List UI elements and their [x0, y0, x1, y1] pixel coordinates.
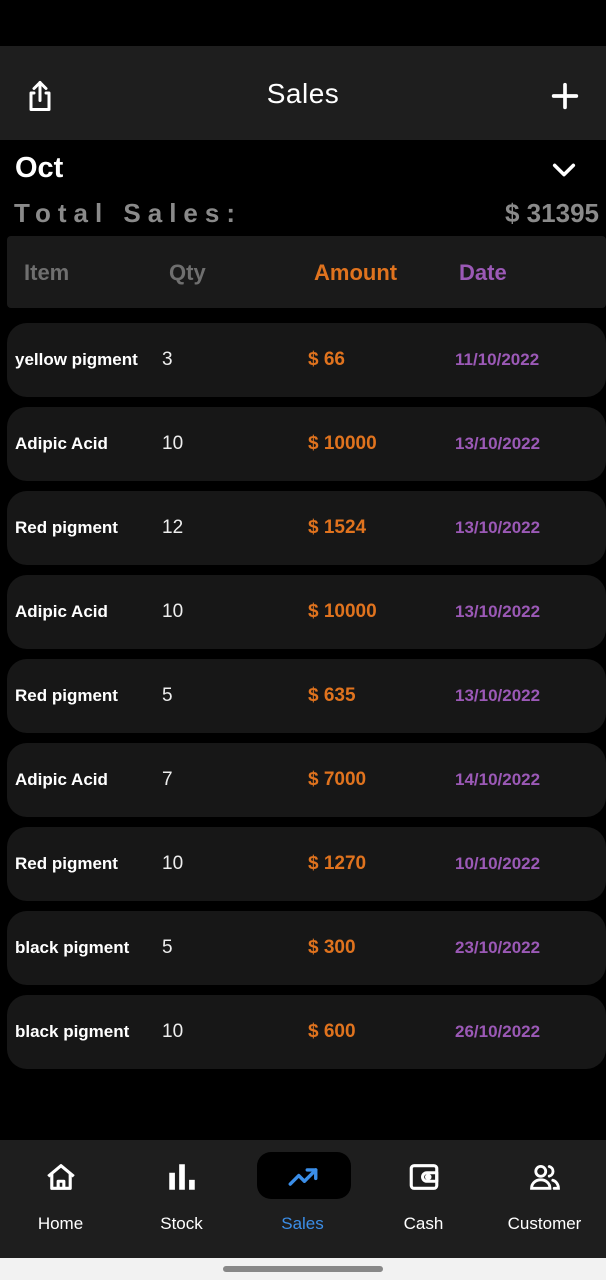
- sales-row[interactable]: Adipic Acid 7 $ 7000 14/10/2022: [7, 743, 606, 817]
- nav-label: Home: [37, 1214, 84, 1233]
- sales-row[interactable]: Red pigment 10 $ 1270 10/10/2022: [7, 827, 606, 901]
- app-bar: Sales: [0, 46, 606, 140]
- row-date: 10/10/2022: [455, 854, 541, 873]
- row-item: black pigment: [15, 1022, 130, 1041]
- nav-label: Customer: [507, 1214, 582, 1233]
- row-item: Adipic Acid: [15, 434, 108, 453]
- people-icon: [530, 1164, 560, 1190]
- row-qty: 10: [162, 1021, 184, 1042]
- sales-row[interactable]: Red pigment 12 $ 1524 13/10/2022: [7, 491, 606, 565]
- row-qty: 12: [162, 517, 184, 538]
- sales-row[interactable]: Adipic Acid 10 $ 10000 13/10/2022: [7, 575, 606, 649]
- add-icon[interactable]: [548, 79, 582, 113]
- row-date: 13/10/2022: [455, 686, 541, 705]
- column-header-amount: Amount: [314, 260, 398, 285]
- row-item: yellow pigment: [15, 350, 138, 369]
- row-qty: 5: [162, 937, 173, 958]
- row-amount: $ 635: [308, 685, 356, 706]
- system-gesture-area: [0, 1258, 606, 1280]
- row-qty: 10: [162, 433, 184, 454]
- sales-row[interactable]: Adipic Acid 10 $ 10000 13/10/2022: [7, 407, 606, 481]
- nav-label: Stock: [160, 1214, 203, 1233]
- row-date: 14/10/2022: [455, 770, 541, 789]
- bar-chart-icon: [169, 1164, 195, 1190]
- home-gesture-bar[interactable]: [223, 1266, 383, 1272]
- row-date: 13/10/2022: [455, 434, 541, 453]
- row-qty: 10: [162, 853, 184, 874]
- row-qty: 10: [162, 601, 184, 622]
- nav-stock[interactable]: Stock: [121, 1140, 242, 1258]
- bottom-navigation: Home Stock Sales Cash Customer: [0, 1140, 606, 1258]
- nav-label: Cash: [403, 1214, 444, 1233]
- row-item: Red pigment: [15, 518, 118, 537]
- sales-row[interactable]: Red pigment 5 $ 635 13/10/2022: [7, 659, 606, 733]
- trending-up-icon: [288, 1168, 318, 1186]
- total-sales-label: Total Sales:: [14, 198, 243, 228]
- sales-row[interactable]: black pigment 10 $ 600 26/10/2022: [7, 995, 606, 1069]
- chevron-down-icon[interactable]: [548, 156, 580, 184]
- nav-home[interactable]: Home: [0, 1140, 121, 1258]
- row-date: 23/10/2022: [455, 938, 541, 957]
- row-amount: $ 300: [308, 937, 356, 958]
- row-amount: $ 1270: [308, 853, 367, 874]
- home-icon: [47, 1164, 75, 1190]
- row-amount: $ 66: [308, 349, 345, 370]
- row-qty: 5: [162, 685, 173, 706]
- row-amount: $ 1524: [308, 517, 367, 538]
- nav-label: Sales: [281, 1214, 324, 1233]
- row-item: Red pigment: [15, 686, 118, 705]
- nav-sales[interactable]: Sales: [242, 1140, 363, 1258]
- row-amount: $ 10000: [308, 601, 377, 622]
- row-date: 13/10/2022: [455, 602, 541, 621]
- row-date: 13/10/2022: [455, 518, 541, 537]
- column-header-date: Date: [459, 260, 507, 285]
- sales-row[interactable]: black pigment 5 $ 300 23/10/2022: [7, 911, 606, 985]
- row-item: Adipic Acid: [15, 770, 108, 789]
- month-selector[interactable]: Oct: [0, 140, 606, 198]
- row-amount: $ 10000: [308, 433, 377, 454]
- nav-cash[interactable]: Cash: [363, 1140, 484, 1258]
- row-item: Red pigment: [15, 854, 118, 873]
- row-date: 11/10/2022: [455, 350, 540, 369]
- row-qty: 3: [162, 349, 173, 370]
- page-title: Sales: [266, 78, 340, 109]
- row-date: 26/10/2022: [455, 1022, 541, 1041]
- sales-list: yellow pigment 3 $ 66 11/10/2022 Adipic …: [7, 323, 606, 1079]
- row-amount: $ 600: [308, 1021, 356, 1042]
- nav-customer[interactable]: Customer: [484, 1140, 605, 1258]
- status-bar: [0, 0, 606, 46]
- month-label: Oct: [15, 152, 64, 184]
- table-header: Item Qty Amount Date: [7, 236, 606, 308]
- row-qty: 7: [162, 769, 173, 790]
- column-header-item: Item: [24, 260, 70, 285]
- row-amount: $ 7000: [308, 769, 367, 790]
- wallet-icon: [409, 1164, 439, 1190]
- row-item: black pigment: [15, 938, 130, 957]
- total-sales-value: $ 31395: [505, 198, 599, 228]
- sales-row[interactable]: yellow pigment 3 $ 66 11/10/2022: [7, 323, 606, 397]
- column-header-qty: Qty: [169, 260, 206, 285]
- row-item: Adipic Acid: [15, 602, 108, 621]
